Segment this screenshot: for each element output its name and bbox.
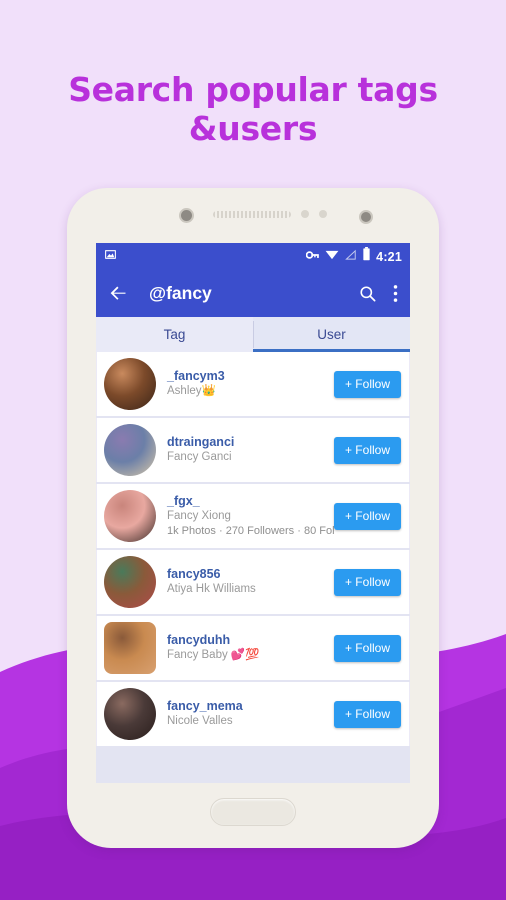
list-item[interactable]: fancy856 Atiya Hk Williams + Follow [96, 550, 410, 614]
phone-screen: 4:21 @fancy Tag User _fancym3 Ashley👑 + … [96, 243, 410, 783]
username-label: fancy856 [167, 567, 221, 581]
status-clock: 4:21 [376, 249, 402, 264]
tab-tag-label: Tag [163, 327, 186, 342]
status-icons: 4:21 [305, 247, 402, 266]
username-label: _fancym3 [167, 369, 225, 383]
avatar[interactable] [104, 490, 156, 542]
tab-bar: Tag User [96, 317, 410, 352]
list-item-text: fancyduhh Fancy Baby 💕💯 [156, 633, 334, 663]
home-button[interactable] [210, 798, 296, 826]
earpiece-speaker [213, 211, 291, 218]
image-icon [104, 248, 117, 266]
username-label: _fgx_ [167, 493, 200, 508]
fullname-label: Fancy Xiong [167, 509, 231, 522]
avatar[interactable] [104, 424, 156, 476]
avatar[interactable] [104, 358, 156, 410]
tab-divider [253, 321, 254, 348]
signal-icon [344, 248, 357, 266]
status-notifications [104, 248, 117, 266]
avatar[interactable] [104, 622, 156, 674]
avatar[interactable] [104, 688, 156, 740]
tab-user[interactable]: User [253, 317, 410, 352]
phone-frame: 4:21 @fancy Tag User _fancym3 Ashley👑 + … [67, 188, 439, 848]
follow-button[interactable]: + Follow [333, 634, 401, 662]
list-item-text: dtrainganci Fancy Ganci [156, 435, 334, 465]
sensor-dot-one [301, 210, 309, 218]
sensor-dot-two [319, 210, 327, 218]
username-label: dtrainganci [167, 435, 235, 449]
page-title: Search popular tags &users [68, 70, 438, 148]
list-item-text: fancy_mema Nicole Valles [156, 699, 334, 729]
follow-button[interactable]: + Follow [333, 436, 401, 464]
list-item[interactable]: dtrainganci Fancy Ganci + Follow [96, 418, 410, 482]
username-label: fancyduhh [167, 633, 231, 647]
back-arrow-icon[interactable] [108, 283, 129, 304]
follow-button[interactable]: + Follow [333, 370, 401, 398]
avatar[interactable] [104, 556, 156, 608]
battery-icon [362, 247, 371, 266]
screenshot-stage: Search popular tags &users 4:21 @fancy T… [0, 0, 506, 900]
list-item[interactable]: fancyduhh Fancy Baby 💕💯 + Follow [96, 616, 410, 680]
fullname-label: Fancy Baby 💕💯 [167, 649, 260, 661]
follow-button[interactable]: + Follow [333, 700, 401, 728]
follow-button[interactable]: + Follow [333, 568, 401, 596]
list-item-text: _fancym3 Ashley👑 [156, 369, 334, 399]
username-label: fancy_mema [167, 699, 243, 713]
proximity-sensor-icon [179, 208, 194, 223]
fullname-label: Atiya Hk Williams [167, 583, 256, 595]
user-stats-label: 1k Photos · 270 Followers · 80 Following [167, 524, 334, 537]
tab-user-label: User [317, 327, 346, 342]
fullname-label: Fancy Ganci [167, 451, 232, 463]
app-toolbar: @fancy [96, 270, 410, 317]
list-item-text: fancy856 Atiya Hk Williams [156, 567, 334, 597]
wifi-icon [325, 248, 339, 266]
user-result-list[interactable]: _fancym3 Ashley👑 + Follow dtrainganci Fancy … [96, 352, 410, 783]
tab-tag[interactable]: Tag [96, 317, 253, 352]
list-item-text: _fgx_ Fancy Xiong 1k Photos · 270 Follower… [156, 494, 334, 539]
toolbar-title: @fancy [149, 283, 212, 303]
list-item[interactable]: fancy_mema Nicole Valles + Follow [96, 682, 410, 746]
fullname-label: Nicole Valles [167, 715, 233, 727]
follow-button[interactable]: + Follow [333, 502, 401, 530]
list-item[interactable]: _fancym3 Ashley👑 + Follow [96, 352, 410, 416]
list-item[interactable]: _fgx_ Fancy Xiong 1k Photos · 270 Follower… [96, 484, 410, 548]
fullname-label: Ashley👑 [167, 385, 216, 397]
overflow-menu-icon[interactable] [393, 284, 398, 303]
phone-top-bezel [67, 188, 439, 243]
front-camera-icon [359, 210, 373, 224]
search-icon[interactable] [358, 284, 377, 303]
status-bar: 4:21 [96, 243, 410, 270]
vpn-key-icon [305, 248, 320, 266]
